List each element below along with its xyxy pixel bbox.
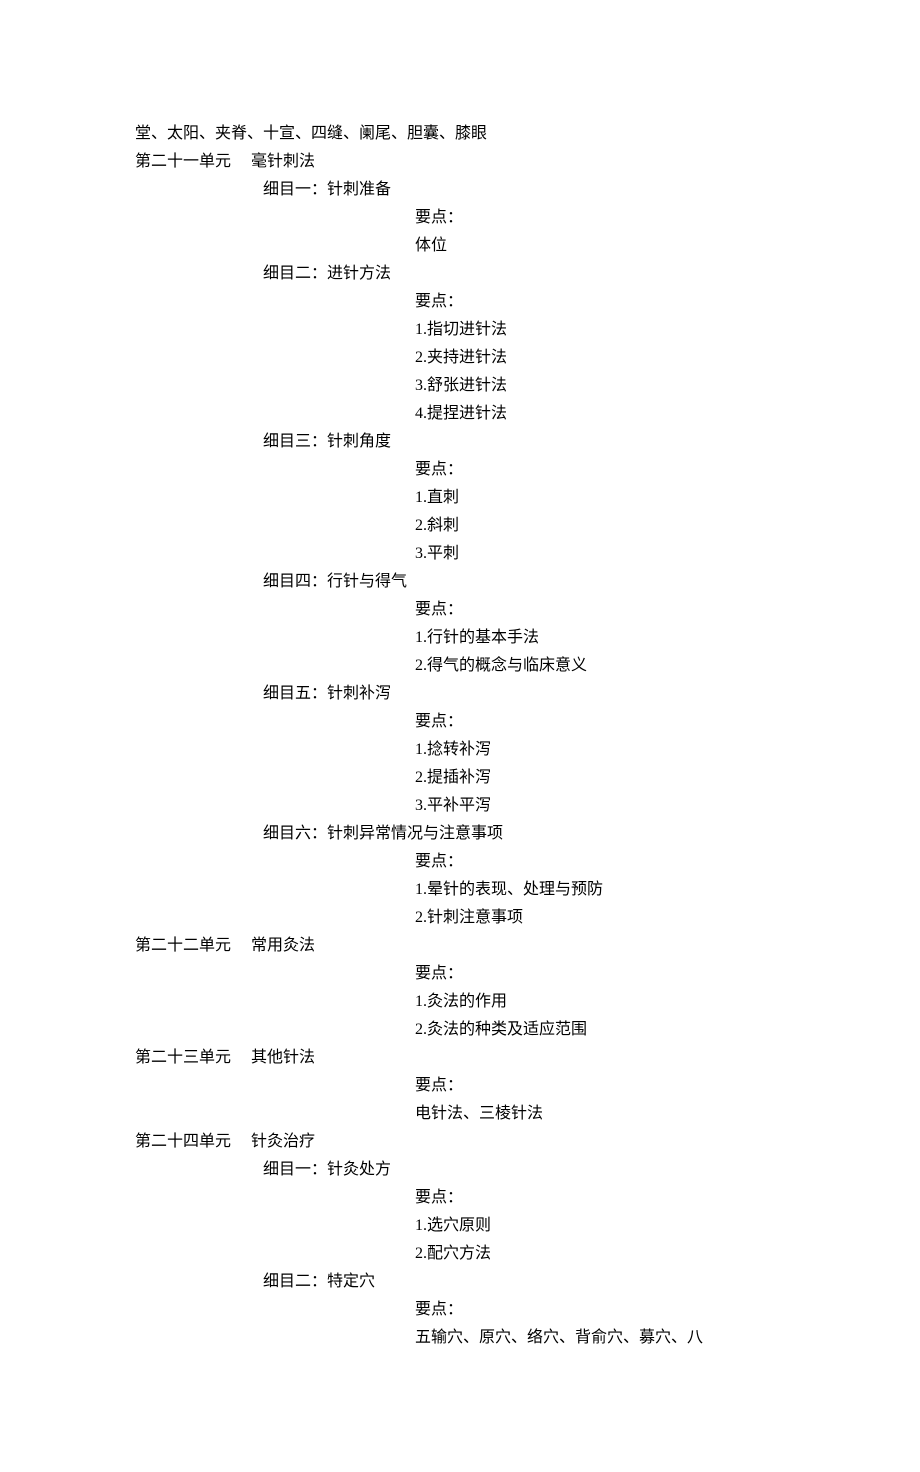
- text-line: 要点：: [135, 288, 790, 316]
- text-line: 堂、太阳、夹脊、十宣、四缝、阑尾、胆囊、膝眼: [135, 120, 790, 148]
- text-line: 要点：: [135, 848, 790, 876]
- text-line: 1.晕针的表现、处理与预防: [135, 876, 790, 904]
- text-line: 细目二：特定穴: [135, 1268, 790, 1296]
- text-line: 要点：: [135, 456, 790, 484]
- text-line: 1.直刺: [135, 484, 790, 512]
- text-line: 3.平刺: [135, 540, 790, 568]
- text-line: 要点：: [135, 1184, 790, 1212]
- text-line: 2.灸法的种类及适应范围: [135, 1016, 790, 1044]
- text-line: 要点：: [135, 1072, 790, 1100]
- text-line: 要点：: [135, 960, 790, 988]
- text-line: 五输穴、原穴、络穴、背俞穴、募穴、八: [135, 1324, 790, 1352]
- text-line: 第二十四单元 针灸治疗: [135, 1128, 790, 1156]
- text-line: 要点：: [135, 708, 790, 736]
- text-line: 1.行针的基本手法: [135, 624, 790, 652]
- text-line: 第二十三单元 其他针法: [135, 1044, 790, 1072]
- text-line: 要点：: [135, 1296, 790, 1324]
- text-line: 1.选穴原则: [135, 1212, 790, 1240]
- text-line: 2.针刺注意事项: [135, 904, 790, 932]
- text-line: 要点：: [135, 596, 790, 624]
- text-line: 2.斜刺: [135, 512, 790, 540]
- text-line: 细目一：针灸处方: [135, 1156, 790, 1184]
- text-line: 1.捻转补泻: [135, 736, 790, 764]
- text-line: 4.提捏进针法: [135, 400, 790, 428]
- text-line: 1.指切进针法: [135, 316, 790, 344]
- text-line: 细目一：针刺准备: [135, 176, 790, 204]
- text-line: 第二十一单元 毫针刺法: [135, 148, 790, 176]
- text-line: 2.得气的概念与临床意义: [135, 652, 790, 680]
- text-line: 电针法、三棱针法: [135, 1100, 790, 1128]
- text-line: 2.配穴方法: [135, 1240, 790, 1268]
- text-line: 细目四：行针与得气: [135, 568, 790, 596]
- document-page: 堂、太阳、夹脊、十宣、四缝、阑尾、胆囊、膝眼第二十一单元 毫针刺法细目一：针刺准…: [0, 0, 920, 1472]
- text-line: 细目五：针刺补泻: [135, 680, 790, 708]
- document-content: 堂、太阳、夹脊、十宣、四缝、阑尾、胆囊、膝眼第二十一单元 毫针刺法细目一：针刺准…: [135, 120, 790, 1352]
- text-line: 2.提插补泻: [135, 764, 790, 792]
- text-line: 细目三：针刺角度: [135, 428, 790, 456]
- text-line: 1.灸法的作用: [135, 988, 790, 1016]
- text-line: 3.平补平泻: [135, 792, 790, 820]
- text-line: 2.夹持进针法: [135, 344, 790, 372]
- text-line: 要点：: [135, 204, 790, 232]
- text-line: 体位: [135, 232, 790, 260]
- text-line: 细目二：进针方法: [135, 260, 790, 288]
- text-line: 第二十二单元 常用灸法: [135, 932, 790, 960]
- text-line: 3.舒张进针法: [135, 372, 790, 400]
- text-line: 细目六：针刺异常情况与注意事项: [135, 820, 790, 848]
